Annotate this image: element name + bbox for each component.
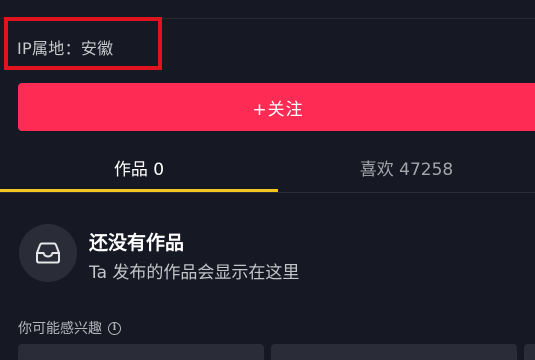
tab-works[interactable]: 作品 0 xyxy=(0,142,278,192)
recommended-user-card[interactable] xyxy=(18,344,264,360)
profile-tabs: 作品 0 喜欢 47258 xyxy=(0,142,535,193)
tab-likes-label: 喜欢 47258 xyxy=(359,159,454,180)
follow-button[interactable]: +关注 xyxy=(18,83,535,131)
tab-likes[interactable]: 喜欢 47258 xyxy=(278,142,535,192)
empty-state-subtitle: Ta 发布的作品会显示在这里 xyxy=(89,263,300,283)
recommendations-label: 你可能感兴趣 xyxy=(18,321,102,337)
tab-works-label: 作品 0 xyxy=(113,159,165,180)
follow-button-label: +关注 xyxy=(252,99,304,120)
recommended-user-card[interactable] xyxy=(524,344,535,360)
recommended-user-card[interactable] xyxy=(271,344,517,360)
active-tab-indicator xyxy=(0,189,278,192)
recommendations-header: 你可能感兴趣 i xyxy=(18,318,121,338)
profile-page: IP属地：安徽 +关注 作品 0 喜欢 47258 还没有作品 Ta 发布的作品… xyxy=(0,0,535,360)
ip-location-text: IP属地：安徽 xyxy=(17,39,114,58)
info-icon[interactable]: i xyxy=(108,321,121,335)
inbox-icon xyxy=(19,224,77,282)
empty-state-title: 还没有作品 xyxy=(89,232,185,254)
